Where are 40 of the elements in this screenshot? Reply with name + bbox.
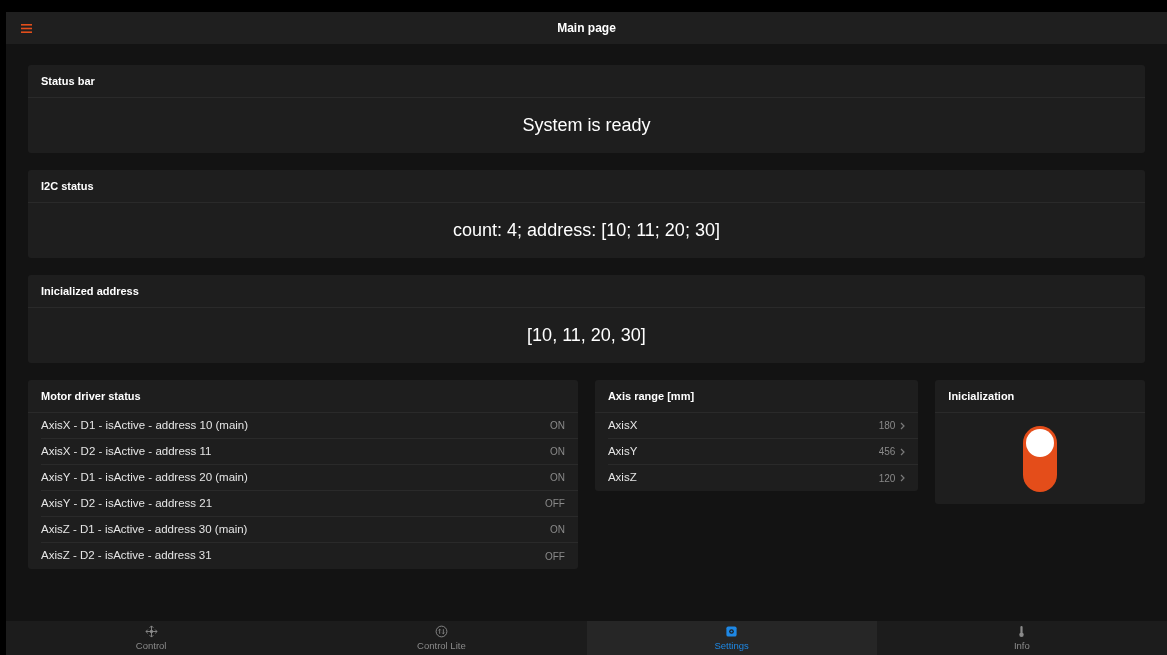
row-value: ON: [549, 471, 565, 485]
row-value: 180: [878, 419, 896, 433]
chevron-icon: [900, 474, 906, 482]
card-title: Inicialization: [948, 388, 1015, 404]
row-value: OFF: [544, 549, 565, 564]
list-row: AxisX - D1 - isActive - address 10 (main) ON: [41, 413, 578, 439]
list-row[interactable]: AxisZ 120: [607, 465, 919, 491]
list-row: AxisY - D2 - isActive - address 21 OFF: [41, 491, 578, 517]
card-title: Inicialized address: [41, 283, 139, 299]
gear-icon: [725, 625, 739, 638]
move-arrows-icon: [144, 625, 158, 638]
row-value: ON: [549, 523, 565, 537]
card-title: Status bar: [41, 73, 95, 89]
card-title: Motor driver status: [41, 388, 141, 404]
status-text: [10, 11, 20, 30]: [527, 324, 646, 347]
list-row-text: AxisZ - D2 - isActive - address 31 OFF: [41, 547, 566, 566]
row-value: ON: [549, 445, 565, 459]
status-text: count: 4; address: [10; 11; 20; 30]: [453, 219, 720, 242]
status-text: System is ready: [522, 114, 651, 137]
tab[interactable]: Info: [876, 621, 1167, 655]
row-value: ON: [549, 419, 565, 433]
list-row: AxisZ - D1 - isActive - address 30 (main) ON: [41, 517, 578, 543]
chevron-icon: [900, 421, 906, 430]
page-title: Main page: [557, 20, 616, 37]
list-row: AxisX - D2 - isActive - address 11 ON: [41, 439, 578, 465]
list-row[interactable]: AxisY 456: [607, 439, 919, 465]
circle-arrows-icon: [434, 625, 448, 638]
tab[interactable]: Control: [6, 621, 297, 655]
menu-icon[interactable]: [21, 23, 32, 33]
chevron-icon: [900, 447, 906, 456]
tab[interactable]: Control Lite: [296, 621, 587, 655]
tab[interactable]: Settings: [586, 621, 877, 655]
toggle-switch[interactable]: [1023, 425, 1058, 492]
card-title: Axis range [mm]: [607, 388, 695, 404]
list-row[interactable]: AxisX 180: [607, 413, 919, 439]
row-value: 120: [878, 471, 896, 486]
row-value: OFF: [544, 497, 565, 511]
card-title: I2C status: [41, 178, 94, 194]
row-value: 456: [878, 445, 896, 459]
list-row: AxisY - D1 - isActive - address 20 (main) ON: [41, 465, 578, 491]
